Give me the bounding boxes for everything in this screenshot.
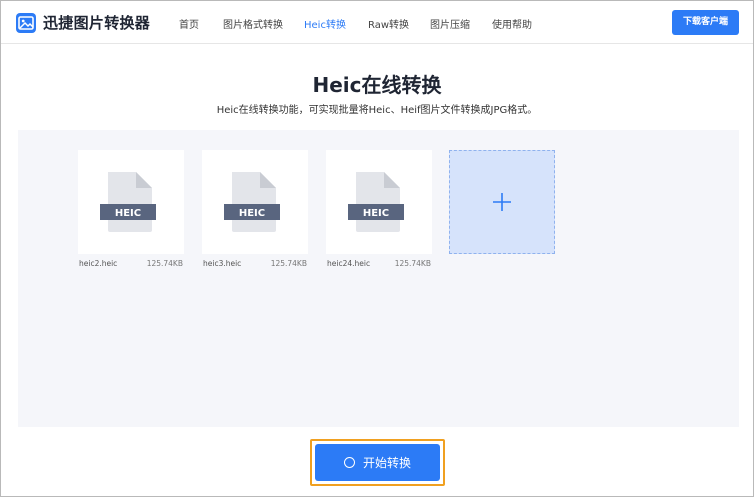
file-meta: heic24.heic 125.74KB: [326, 259, 432, 268]
file-name: heic24.heic: [327, 259, 371, 268]
logo-text: 迅捷图片转换器: [43, 14, 151, 32]
file-thumbnail: HEIC: [78, 150, 184, 254]
heic-file-icon: HEIC: [100, 172, 156, 232]
file-name: heic3.heic: [203, 259, 242, 268]
nav-item-heic-convert[interactable]: Heic转换: [304, 16, 346, 31]
top-header: 迅捷图片转换器 首页 图片格式转换 Heic转换 Raw转换 图片压缩 使用帮助…: [1, 1, 753, 44]
file-size: 125.74KB: [394, 259, 431, 268]
download-client-button[interactable]: 下载客户端: [672, 10, 739, 35]
file-card[interactable]: HEIC heic24.heic 125.74KB: [326, 150, 432, 268]
file-thumbnail: HEIC: [202, 150, 308, 254]
nav-item-format-convert[interactable]: 图片格式转换: [223, 16, 283, 31]
file-badge-text: HEIC: [239, 208, 265, 219]
plus-icon: [493, 193, 511, 211]
upload-area[interactable]: HEIC heic2.heic 125.74KB HEIC heic3.heic…: [18, 130, 739, 427]
nav-item-image-compress[interactable]: 图片压缩: [430, 16, 470, 31]
file-size: 125.74KB: [146, 259, 183, 268]
start-convert-button[interactable]: 开始转换: [315, 444, 440, 481]
heic-file-icon: HEIC: [224, 172, 280, 232]
file-name: heic2.heic: [79, 259, 118, 268]
file-meta: heic3.heic 125.74KB: [202, 259, 308, 268]
nav-item-raw-convert[interactable]: Raw转换: [368, 16, 409, 31]
page-subtitle: Heic在线转换功能，可实现批量将Heic、Heif图片文件转换成JPG格式。: [216, 105, 538, 116]
logo[interactable]: 迅捷图片转换器: [16, 12, 150, 33]
file-card[interactable]: HEIC heic3.heic 125.74KB: [202, 150, 308, 268]
spinner-icon: [343, 457, 355, 468]
file-badge-text: HEIC: [363, 208, 389, 219]
file-thumbnail: HEIC: [326, 150, 432, 254]
nav-item-help[interactable]: 使用帮助: [492, 16, 532, 31]
file-meta: heic2.heic 125.74KB: [78, 259, 184, 268]
file-badge-text: HEIC: [115, 208, 141, 219]
start-convert-label: 开始转换: [362, 456, 411, 470]
heic-file-icon: HEIC: [348, 172, 404, 232]
logo-icon: [16, 12, 36, 33]
file-size: 125.74KB: [270, 259, 307, 268]
file-card[interactable]: HEIC heic2.heic 125.74KB: [78, 150, 184, 268]
nav-item-home[interactable]: 首页: [179, 16, 199, 31]
page-title: Heic在线转换: [312, 73, 442, 97]
app-window: 迅捷图片转换器 首页 图片格式转换 Heic转换 Raw转换 图片压缩 使用帮助…: [0, 0, 754, 497]
add-file-tile[interactable]: [449, 150, 555, 254]
